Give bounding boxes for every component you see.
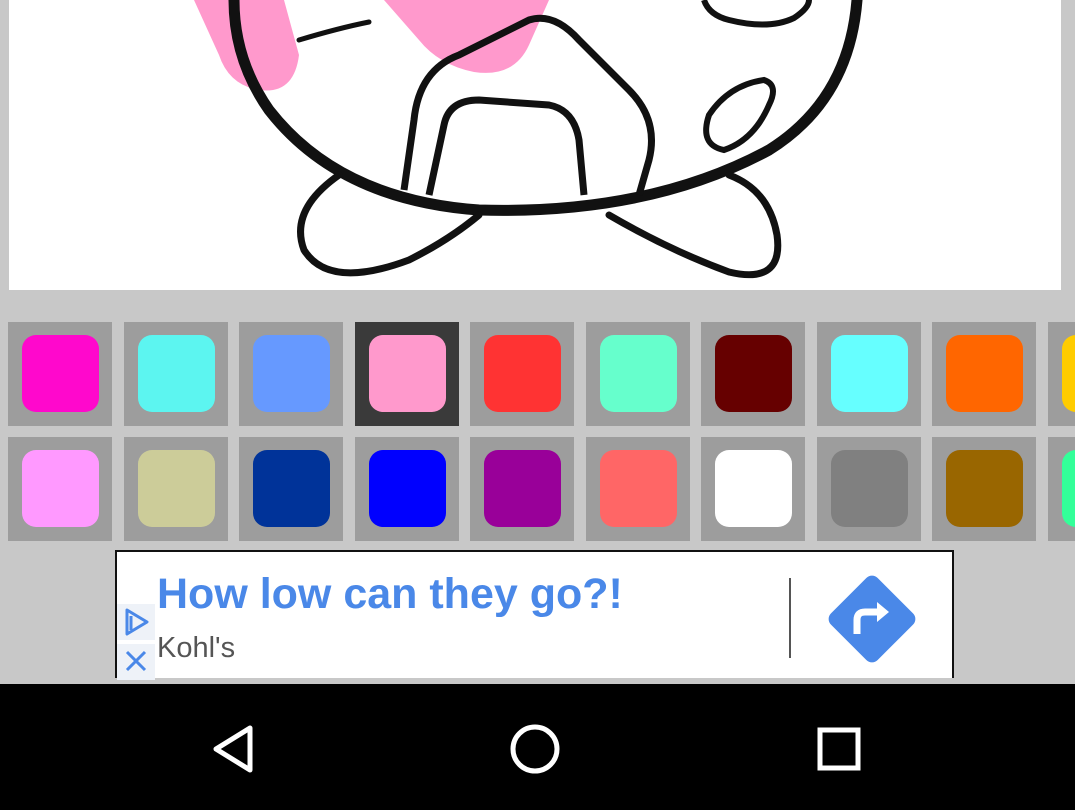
swatch-fill — [831, 335, 908, 412]
swatch-fill — [22, 450, 99, 527]
color-swatch-white[interactable] — [701, 437, 805, 541]
color-swatch-aquamarine[interactable] — [586, 322, 690, 426]
swatch-fill — [715, 335, 792, 412]
color-swatch-blue[interactable] — [355, 437, 459, 541]
color-swatch-magenta[interactable] — [8, 322, 112, 426]
swatch-fill — [22, 335, 99, 412]
navigation-bar — [0, 684, 1075, 810]
back-icon[interactable] — [198, 714, 268, 784]
home-icon[interactable] — [500, 714, 570, 784]
swatch-fill — [600, 335, 677, 412]
color-swatch-brown[interactable] — [932, 437, 1036, 541]
color-swatch-maroon[interactable] — [701, 322, 805, 426]
adchoices-icon[interactable] — [117, 604, 155, 640]
swatch-fill — [1062, 335, 1075, 412]
swatch-fill — [946, 450, 1023, 527]
swatch-fill — [369, 450, 446, 527]
swatch-fill — [831, 450, 908, 527]
color-swatch-light-pink[interactable] — [8, 437, 112, 541]
share-arrow-icon — [828, 575, 916, 663]
color-swatch-salmon[interactable] — [586, 437, 690, 541]
color-swatch-pink[interactable] — [355, 322, 459, 426]
color-swatch-yellow[interactable] — [1048, 322, 1075, 426]
pink-fill-right — [384, 0, 549, 73]
color-swatch-khaki[interactable] — [124, 437, 228, 541]
color-swatch-orange[interactable] — [932, 322, 1036, 426]
swatch-fill — [946, 335, 1023, 412]
swatch-fill — [253, 335, 330, 412]
swatch-fill — [1062, 450, 1075, 527]
color-swatch-red[interactable] — [470, 322, 574, 426]
swatch-fill — [600, 450, 677, 527]
coloring-canvas[interactable] — [9, 0, 1061, 290]
swatch-fill — [484, 450, 561, 527]
color-swatch-gray[interactable] — [817, 437, 921, 541]
ad-divider — [789, 578, 791, 658]
swatch-fill — [138, 335, 215, 412]
ad-go-button[interactable] — [827, 574, 917, 664]
color-swatch-cornflower-blue[interactable] — [239, 322, 343, 426]
color-swatch-purple[interactable] — [470, 437, 574, 541]
swatch-fill — [484, 335, 561, 412]
close-icon[interactable] — [117, 644, 155, 680]
swatch-fill — [138, 450, 215, 527]
ad-banner[interactable]: How low can they go?! Kohl's — [115, 550, 954, 680]
recents-icon[interactable] — [804, 714, 874, 784]
color-palette — [8, 322, 1075, 542]
coloring-drawing[interactable] — [9, 0, 1061, 290]
swatch-fill — [369, 335, 446, 412]
ad-headline[interactable]: How low can they go?! — [157, 570, 623, 619]
swatch-fill — [715, 450, 792, 527]
color-swatch-cyan[interactable] — [817, 322, 921, 426]
color-swatch-navy-blue[interactable] — [239, 437, 343, 541]
ad-advertiser: Kohl's — [157, 632, 236, 664]
swatch-fill — [253, 450, 330, 527]
color-swatch-spring-green[interactable] — [1048, 437, 1075, 541]
color-swatch-light-cyan[interactable] — [124, 322, 228, 426]
